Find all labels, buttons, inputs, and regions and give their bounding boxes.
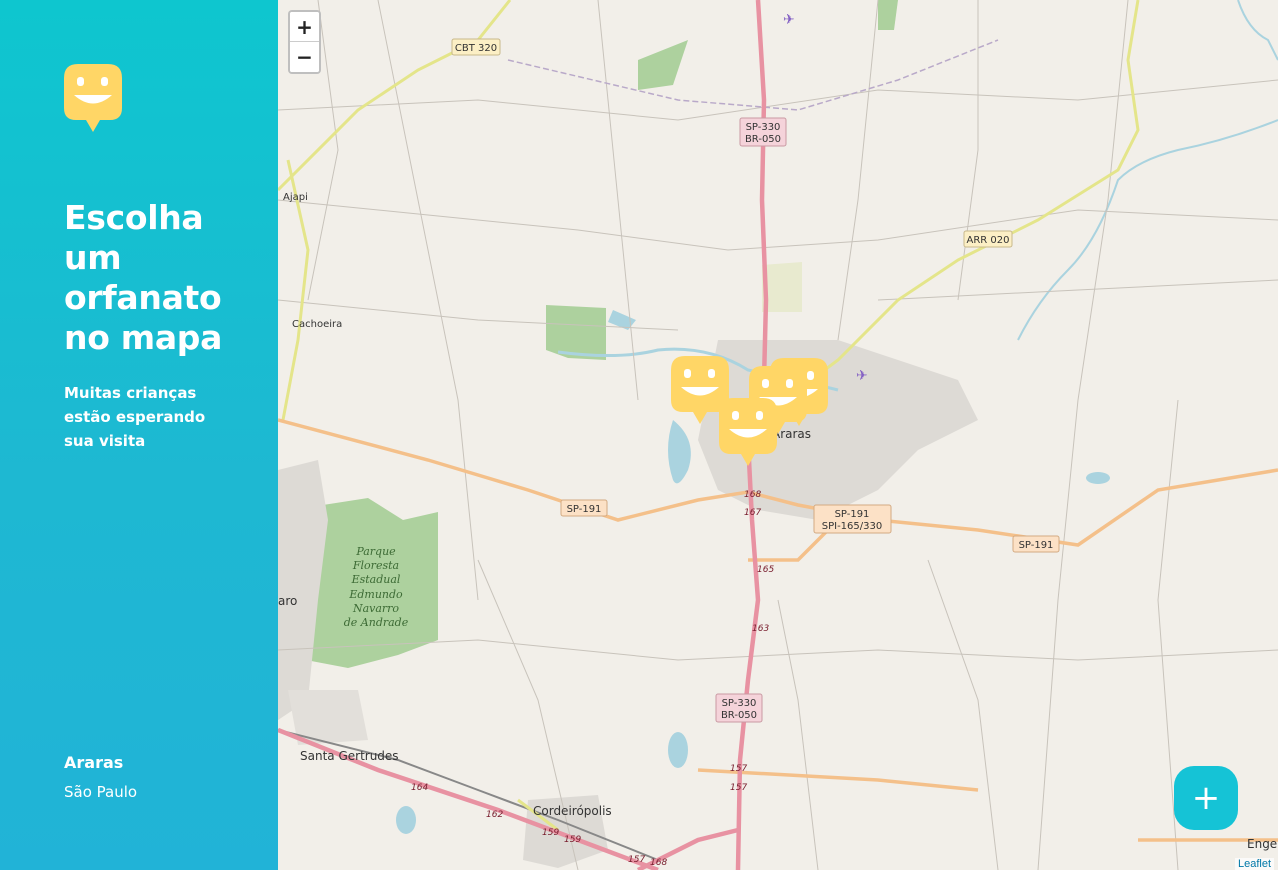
place-label-engenheiro: Enge (1247, 837, 1277, 851)
svg-text:159: 159 (542, 828, 559, 838)
svg-text:164: 164 (411, 783, 428, 793)
map-tiles[interactable]: ✈ ✈ Parque Floresta Estadual Edmundo Nav… (278, 0, 1278, 870)
svg-text:SPI-165/330: SPI-165/330 (822, 521, 882, 532)
orphanage-marker[interactable] (719, 398, 777, 466)
svg-text:SP-191: SP-191 (835, 509, 870, 520)
svg-text:SP-191: SP-191 (567, 504, 602, 515)
svg-text:167: 167 (744, 508, 761, 518)
svg-text:157: 157 (730, 783, 747, 793)
green-area (878, 0, 898, 30)
road-shield-sp330-south: SP-330 BR-050 (715, 693, 763, 723)
zoom-out-button[interactable]: − (290, 42, 319, 72)
svg-text:162: 162 (486, 810, 503, 820)
railway (507, 39, 999, 111)
page-title: Escolha um orfanato no mapa (64, 198, 223, 357)
road-shield-sp330-north: SP-330 BR-050 (739, 117, 787, 147)
green-area (638, 40, 688, 90)
road-shield-sp191-west: SP-191 (560, 499, 608, 517)
svg-text:Estadual: Estadual (351, 573, 401, 586)
svg-text:Navarro: Navarro (352, 602, 399, 615)
zoom-in-button[interactable]: + (290, 12, 319, 42)
page-subtitle: Muitas crianças estão esperando sua visi… (64, 384, 206, 450)
svg-text:168: 168 (650, 858, 667, 868)
river (1017, 119, 1278, 341)
svg-text:SP-330: SP-330 (722, 698, 757, 709)
svg-text:168: 168 (744, 490, 761, 500)
svg-text:165: 165 (757, 565, 774, 575)
svg-text:✈: ✈ (856, 368, 868, 384)
svg-text:SP-191: SP-191 (1019, 540, 1054, 551)
svg-text:163: 163 (752, 624, 769, 634)
green-area (546, 305, 606, 360)
svg-text:Floresta: Floresta (352, 559, 399, 572)
svg-text:SP-330: SP-330 (746, 122, 781, 133)
svg-text:157: 157 (730, 764, 747, 774)
sidebar: Escolha um orfanato no mapa Muitas crian… (0, 0, 278, 870)
road-shield-arr020: ARR 020 (963, 230, 1013, 248)
svg-text:CBT 320: CBT 320 (455, 43, 497, 54)
location-city: Araras (64, 753, 124, 772)
place-label-cachoeira: Cachoeira (292, 319, 342, 330)
place-label-santa-gertrudes: Santa Gertrudes (300, 749, 399, 763)
svg-text:BR-050: BR-050 (721, 710, 757, 721)
road-shield-sp191-center: SP-191 SPI-165/330 (813, 504, 892, 534)
place-label-ajapi: Ajapi (283, 192, 308, 203)
road-shield-cbt320: CBT 320 (451, 38, 501, 56)
lake (668, 420, 691, 484)
svg-text:ARR 020: ARR 020 (966, 235, 1009, 246)
road-shield-sp191-east: SP-191 (1012, 535, 1060, 553)
svg-text:de Andrade: de Andrade (344, 616, 409, 629)
svg-text:BR-050: BR-050 (745, 134, 781, 145)
svg-text:Edmundo: Edmundo (348, 588, 403, 601)
place-label-cordeiropolis: Cordeirópolis (533, 804, 612, 818)
zoom-control: + − (288, 10, 321, 74)
place-label-rio-claro: aro (278, 594, 297, 608)
leaflet-attribution-link[interactable]: Leaflet (1234, 858, 1274, 870)
svg-text:✈: ✈ (783, 12, 795, 28)
svg-text:Parque: Parque (355, 545, 396, 558)
happy-face-icon (64, 64, 122, 132)
svg-text:159: 159 (564, 835, 581, 845)
location-state: São Paulo (64, 783, 138, 801)
map[interactable]: ✈ ✈ Parque Floresta Estadual Edmundo Nav… (278, 0, 1278, 870)
river (1237, 0, 1278, 61)
svg-text:157: 157 (628, 855, 645, 865)
add-orphanage-button[interactable]: + (1174, 766, 1238, 830)
